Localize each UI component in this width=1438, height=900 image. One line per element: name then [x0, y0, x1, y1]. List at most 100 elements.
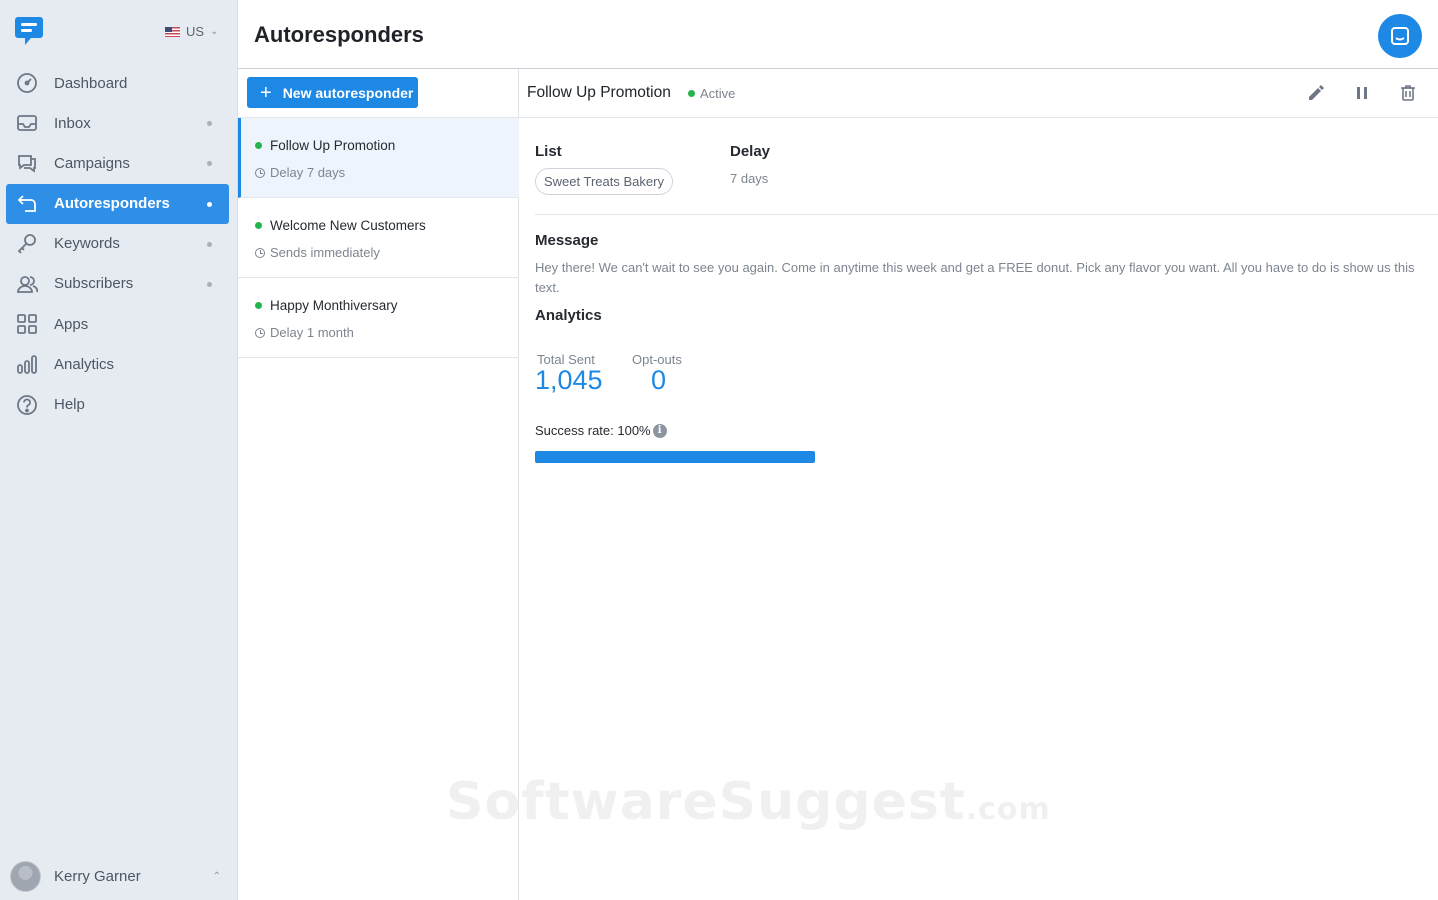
- user-menu[interactable]: Kerry Garner ⌃: [10, 860, 225, 892]
- sidebar-item-campaigns[interactable]: Campaigns: [6, 143, 229, 183]
- sidebar-item-label: Dashboard: [54, 74, 128, 92]
- watermark-suffix: .com: [965, 792, 1051, 827]
- pencil-icon: [1309, 85, 1324, 100]
- watermark: SoftwareSuggest.com: [446, 772, 1051, 832]
- status-dot: [207, 201, 212, 207]
- subscribers-icon: [15, 272, 39, 296]
- status-dot: [207, 281, 212, 287]
- help-icon: [15, 393, 39, 417]
- pause-button[interactable]: [1352, 83, 1372, 103]
- autoresponder-list: Follow Up Promotion Delay 7 days Welcome…: [238, 117, 519, 358]
- page-title: Autoresponders: [254, 22, 424, 47]
- info-icon[interactable]: i: [652, 423, 667, 438]
- sidebar-item-inbox[interactable]: Inbox: [6, 103, 229, 143]
- key-icon: [15, 232, 39, 256]
- autoresponders-icon: [15, 192, 39, 216]
- sidebar-item-label: Autoresponders: [54, 195, 170, 213]
- status-dot: [207, 121, 212, 127]
- sidebar-item-label: Subscribers: [54, 275, 134, 293]
- list-item-title: Happy Monthiversary: [270, 298, 398, 313]
- sidebar-item-help[interactable]: Help: [6, 385, 229, 425]
- analytics-icon: [15, 352, 39, 376]
- status-dot: [207, 161, 212, 167]
- country-label: US: [186, 24, 205, 39]
- inbox-icon: [15, 111, 39, 135]
- edit-button[interactable]: [1306, 83, 1326, 103]
- list-item-title-row: Follow Up Promotion: [255, 138, 395, 153]
- divider: [535, 214, 1438, 215]
- optouts-value: 0: [651, 365, 667, 395]
- message-label: Message: [535, 232, 599, 249]
- list-item-title: Welcome New Customers: [270, 218, 426, 233]
- app-logo-icon[interactable]: [14, 15, 44, 47]
- sidebar-nav: Dashboard Inbox Campaigns Autoresponders: [6, 63, 229, 425]
- list-item-title: Follow Up Promotion: [270, 138, 396, 153]
- delay-label: Delay: [730, 143, 771, 160]
- detail-title: Follow Up Promotion: [527, 84, 671, 101]
- chat-icon: [1391, 27, 1409, 45]
- chevron-up-icon: ⌃: [212, 870, 221, 882]
- sidebar-item-label: Campaigns: [54, 154, 130, 172]
- active-status-dot: [255, 302, 262, 309]
- sidebar-item-subscribers[interactable]: Subscribers: [6, 264, 229, 304]
- list-item-subtitle: Delay 7 days: [270, 165, 346, 180]
- delay-value: 7 days: [730, 171, 769, 186]
- success-rate-label: Success rate: 100%: [535, 423, 651, 438]
- sidebar-item-dashboard[interactable]: Dashboard: [6, 63, 229, 103]
- new-autoresponder-label: New autoresponder: [282, 84, 414, 101]
- status-dot: [207, 241, 212, 247]
- list-label: List: [535, 143, 562, 160]
- sidebar: US ⌄ Dashboard Inbox Campaigns Autorespo…: [0, 0, 238, 900]
- sidebar-item-label: Keywords: [54, 235, 120, 253]
- list-item-sub-row: Delay 1 month: [255, 325, 354, 340]
- country-selector[interactable]: US ⌄: [165, 24, 218, 39]
- page-header: Autoresponders: [238, 0, 1438, 69]
- active-status-dot: [255, 142, 262, 149]
- detail-header: Follow Up Promotion Active: [519, 69, 1438, 118]
- campaigns-icon: [15, 151, 39, 175]
- avatar: [10, 860, 41, 892]
- chevron-down-icon: ⌄: [210, 26, 219, 37]
- watermark-text: SoftwareSuggest: [446, 772, 966, 832]
- sidebar-item-label: Apps: [54, 315, 89, 333]
- success-rate-bar-fill: [535, 451, 815, 463]
- new-autoresponder-button[interactable]: + New autoresponder: [247, 77, 418, 108]
- status-label: Active: [700, 86, 736, 101]
- list-item-subtitle: Delay 1 month: [270, 325, 354, 340]
- message-text: Hey there! We can't wait to see you agai…: [535, 260, 1415, 295]
- chat-button[interactable]: [1378, 14, 1422, 58]
- clock-icon: [255, 247, 265, 258]
- sidebar-item-keywords[interactable]: Keywords: [6, 224, 229, 264]
- trash-icon: [1401, 85, 1415, 101]
- success-rate-bar: [535, 451, 815, 463]
- success-rate: Success rate: 100% i: [535, 423, 667, 438]
- sidebar-item-label: Inbox: [54, 114, 91, 132]
- list-chip[interactable]: Sweet Treats Bakery: [535, 168, 673, 195]
- list-item[interactable]: Welcome New Customers Sends immediately: [238, 198, 519, 278]
- list-item-sub-row: Sends immediately: [255, 245, 380, 260]
- analytics-label: Analytics: [535, 307, 602, 324]
- pause-icon: [1357, 87, 1367, 99]
- total-sent-value: 1,045: [535, 365, 603, 395]
- list-item-subtitle: Sends immediately: [270, 245, 380, 260]
- sidebar-item-apps[interactable]: Apps: [6, 304, 229, 344]
- sidebar-item-analytics[interactable]: Analytics: [6, 344, 229, 384]
- list-item[interactable]: Happy Monthiversary Delay 1 month: [238, 278, 519, 358]
- list-item-title-row: Welcome New Customers: [255, 218, 426, 233]
- clock-icon: [255, 327, 265, 338]
- delete-button[interactable]: [1398, 83, 1418, 103]
- active-status-dot: [688, 90, 695, 97]
- list-item-sub-row: Delay 7 days: [255, 165, 345, 180]
- sidebar-item-autoresponders[interactable]: Autoresponders: [6, 183, 229, 224]
- detail-actions: [1306, 83, 1418, 103]
- clock-icon: [255, 167, 265, 178]
- plus-icon: +: [260, 81, 272, 104]
- list-item-title-row: Happy Monthiversary: [255, 298, 398, 313]
- dashboard-icon: [15, 71, 39, 95]
- apps-icon: [15, 312, 39, 336]
- active-status-dot: [255, 222, 262, 229]
- status-badge: Active: [688, 86, 735, 101]
- list-item[interactable]: Follow Up Promotion Delay 7 days: [238, 118, 519, 198]
- sidebar-item-label: Help: [54, 396, 85, 413]
- sidebar-item-label: Analytics: [54, 355, 115, 373]
